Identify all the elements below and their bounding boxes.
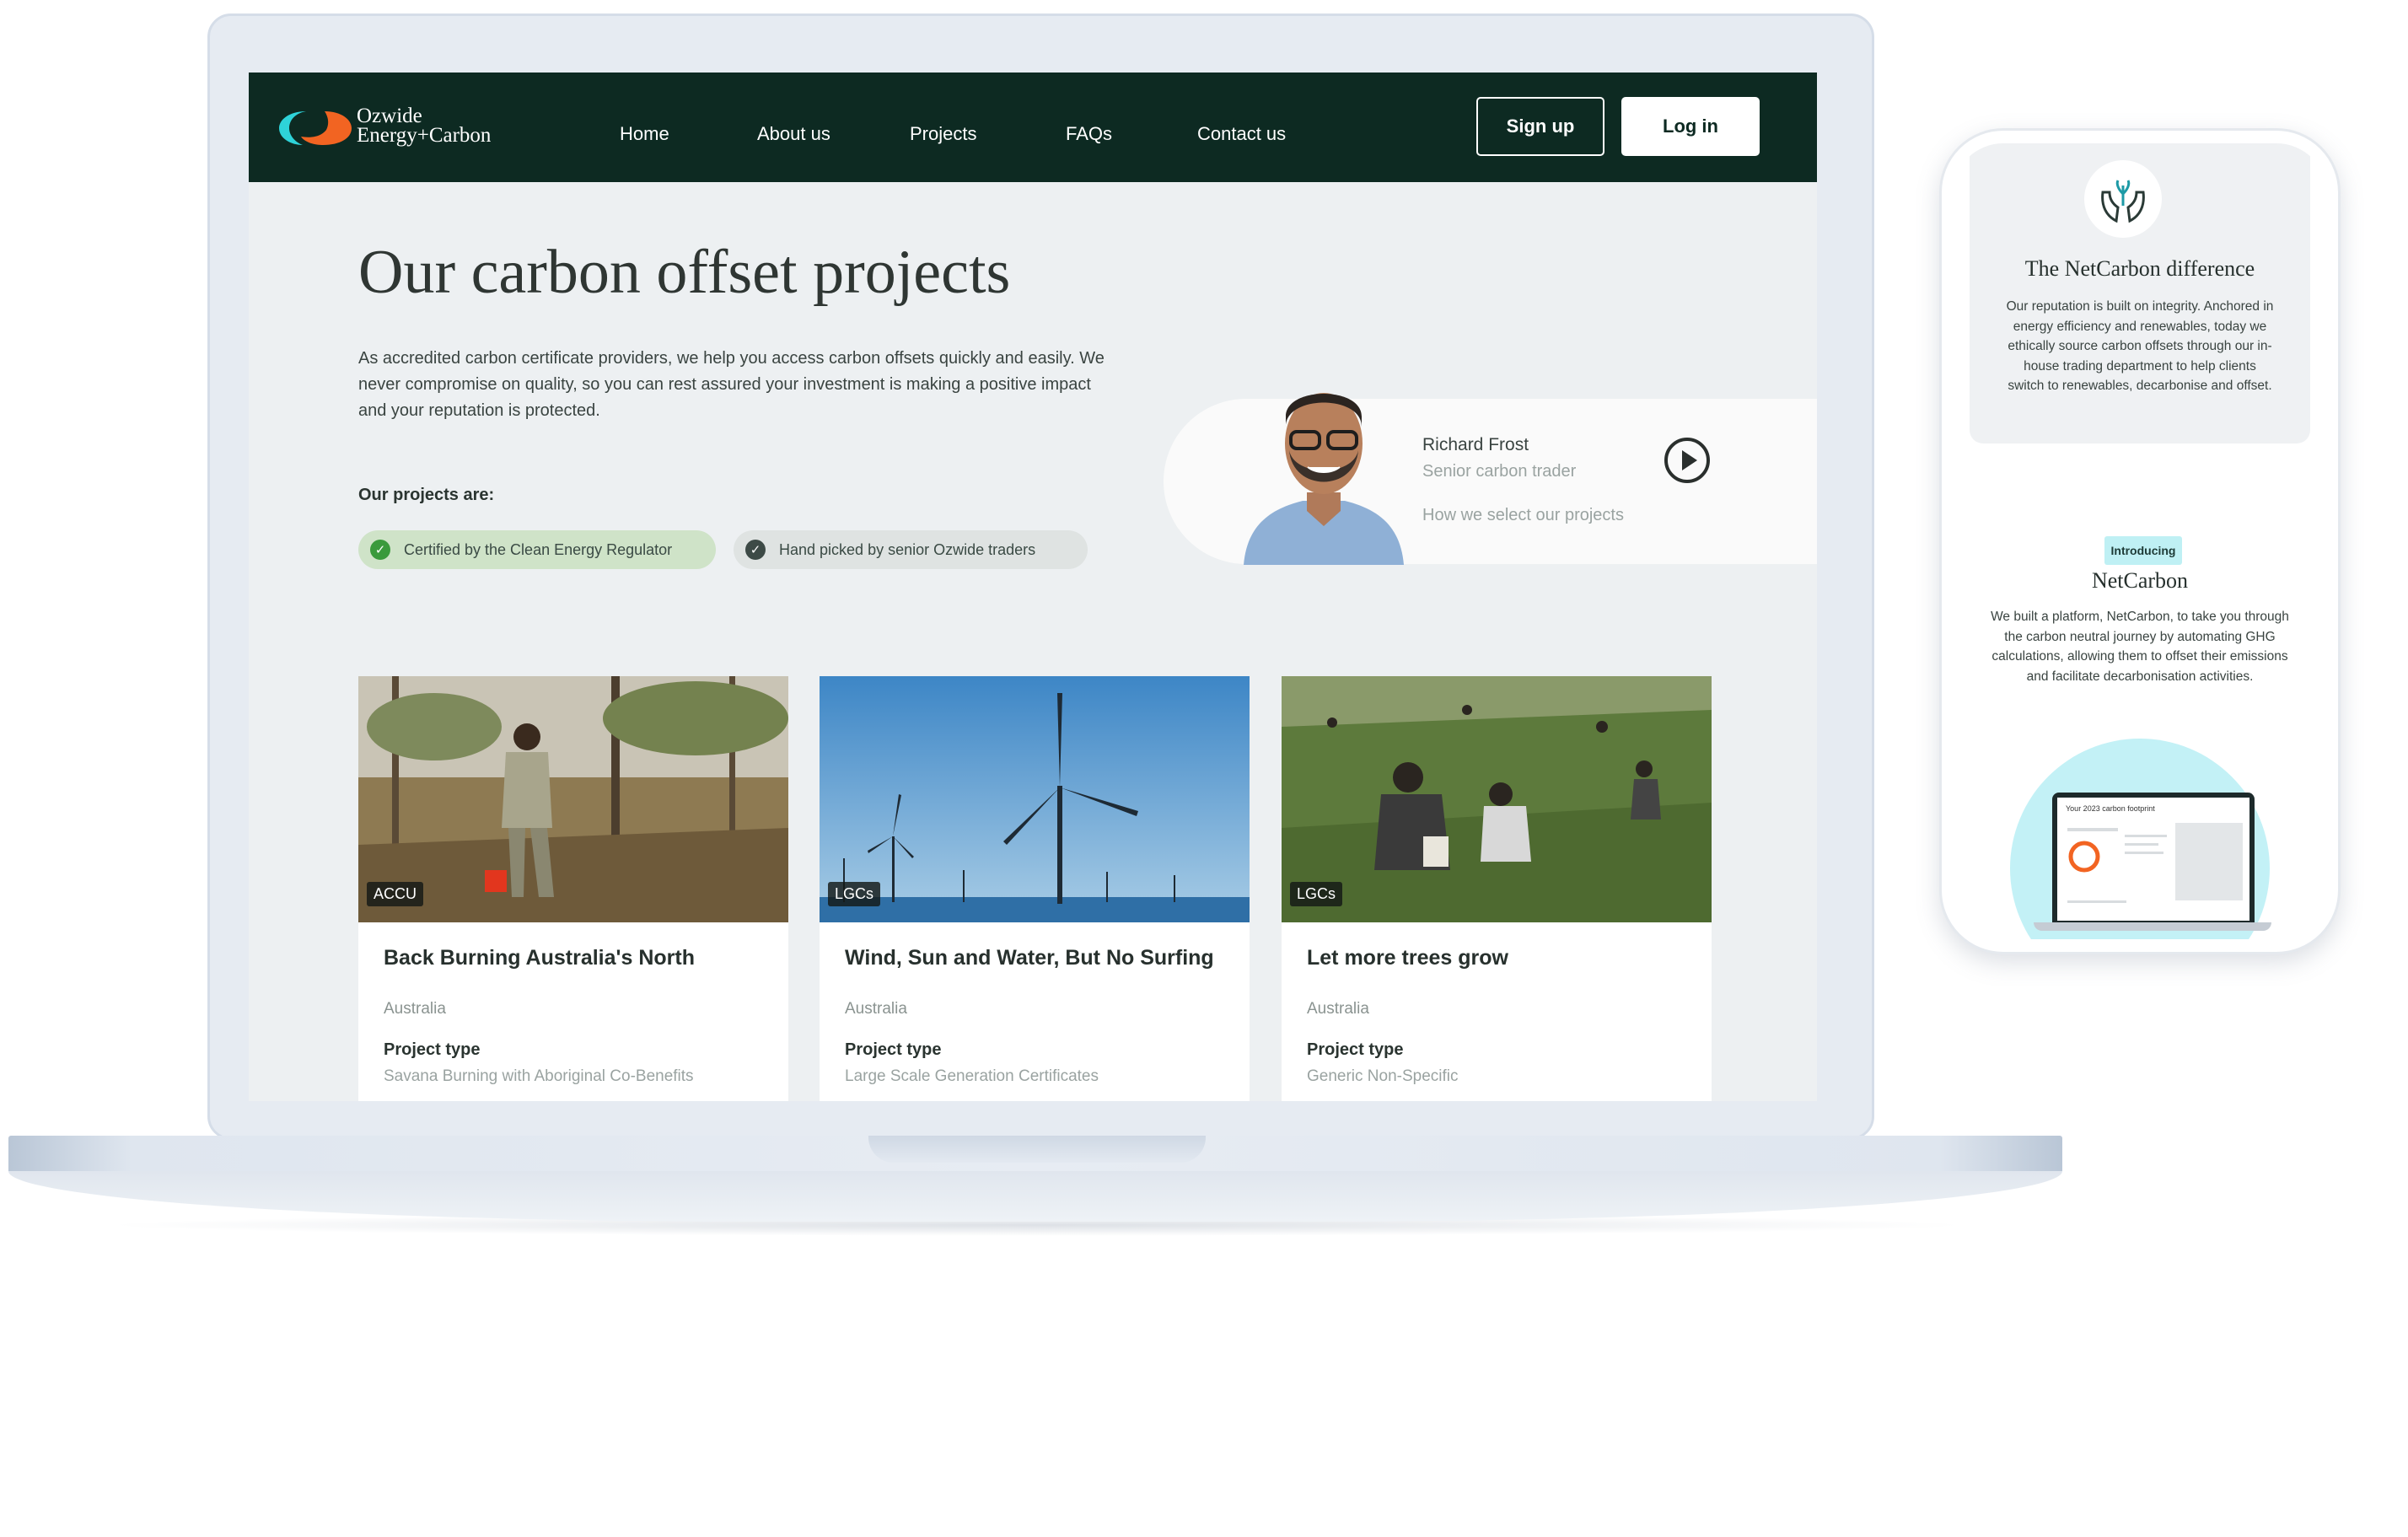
laptop-screen: Ozwide Energy+Carbon Home About us Proje… [249,73,1817,1101]
check-icon: ✓ [370,540,390,560]
netcarbon-paragraph: We built a platform, NetCarbon, to take … [1991,610,2289,684]
hands-icon [2084,160,2162,238]
project-card[interactable]: LGCs Let more trees grow Australia Proje… [1282,676,1712,1101]
card-image-tree-planting [1282,676,1712,922]
logo-line-1: Ozwide [357,105,422,127]
nav-link-home[interactable]: Home [620,123,669,145]
pill-hand-picked-label: Hand picked by senior Ozwide traders [779,540,1036,558]
check-icon: ✓ [745,540,766,560]
card-type-value: Savana Burning with Aboriginal Co-Benefi… [384,1067,694,1085]
logo-text[interactable]: Ozwide Energy+Carbon [357,105,492,147]
phone-paragraph: Our reputation is built on integrity. An… [2006,299,2274,393]
logo-icon[interactable] [277,108,353,148]
card-badge: ACCU [367,882,424,906]
netcarbon-laptop-illustration: Your 2023 carbon footprint [2052,793,2255,924]
nav-link-projects[interactable]: Projects [910,123,976,145]
presenter-photo [1244,393,1404,565]
card-type-label: Project type [1307,1040,1404,1059]
netcarbon-heading: NetCarbon [2091,568,2189,593]
mini-screen: Your 2023 carbon footprint [2057,798,2249,921]
project-card[interactable]: LGCs Wind, Sun and Water, But No Surfing… [820,676,1250,1101]
pill-certified-label: Certified by the Clean Energy Regulator [404,540,673,558]
hero-description: As accredited carbon certificate provide… [358,349,1105,420]
projects-are-label: Our projects are: [358,486,495,504]
logo-line-2: Energy+Carbon [357,124,492,147]
mini-laptop-base [2034,922,2271,931]
page-title: Our carbon offset projects [358,238,1011,307]
pill-certified: ✓ Certified by the Clean Energy Regulato… [358,530,716,569]
nav-link-about[interactable]: About us [757,123,830,145]
card-type-value: Generic Non-Specific [1307,1067,1459,1085]
laptop-notch [868,1136,1206,1163]
card-country: Australia [1307,1000,1369,1018]
phone-heading: The NetCarbon difference [2024,256,2255,281]
card-title[interactable]: Wind, Sun and Water, But No Surfing [845,946,1214,970]
presenter-name: Richard Frost [1422,435,1529,454]
card-country: Australia [384,1000,446,1018]
top-navigation: Ozwide Energy+Carbon Home About us Proje… [249,73,1817,182]
project-card[interactable]: ACCU Back Burning Australia's North Aust… [358,676,788,1101]
card-type-label: Project type [384,1040,481,1059]
play-icon[interactable] [1664,437,1711,484]
card-badge: LGCs [828,882,881,906]
card-country: Australia [845,1000,907,1018]
mini-dashboard [2067,823,2243,903]
nav-link-contact[interactable]: Contact us [1197,123,1286,145]
card-type-value: Large Scale Generation Certificates [845,1067,1099,1085]
introducing-badge: Introducing [2104,536,2182,565]
presenter-role: Senior carbon trader [1422,462,1577,481]
nav-link-faqs[interactable]: FAQs [1066,123,1112,145]
login-button[interactable]: Log in [1621,97,1760,156]
card-image-wind-turbines [820,676,1250,922]
card-title[interactable]: Let more trees grow [1307,946,1508,970]
card-title[interactable]: Back Burning Australia's North [384,946,695,970]
signup-button[interactable]: Sign up [1476,97,1604,156]
card-type-label: Project type [845,1040,942,1059]
video-link[interactable]: How we select our projects [1422,506,1624,525]
pill-hand-picked: ✓ Hand picked by senior Ozwide traders [734,530,1088,569]
card-badge: LGCs [1290,882,1343,906]
phone-screen: The NetCarbon difference Our reputation … [1953,143,2327,939]
